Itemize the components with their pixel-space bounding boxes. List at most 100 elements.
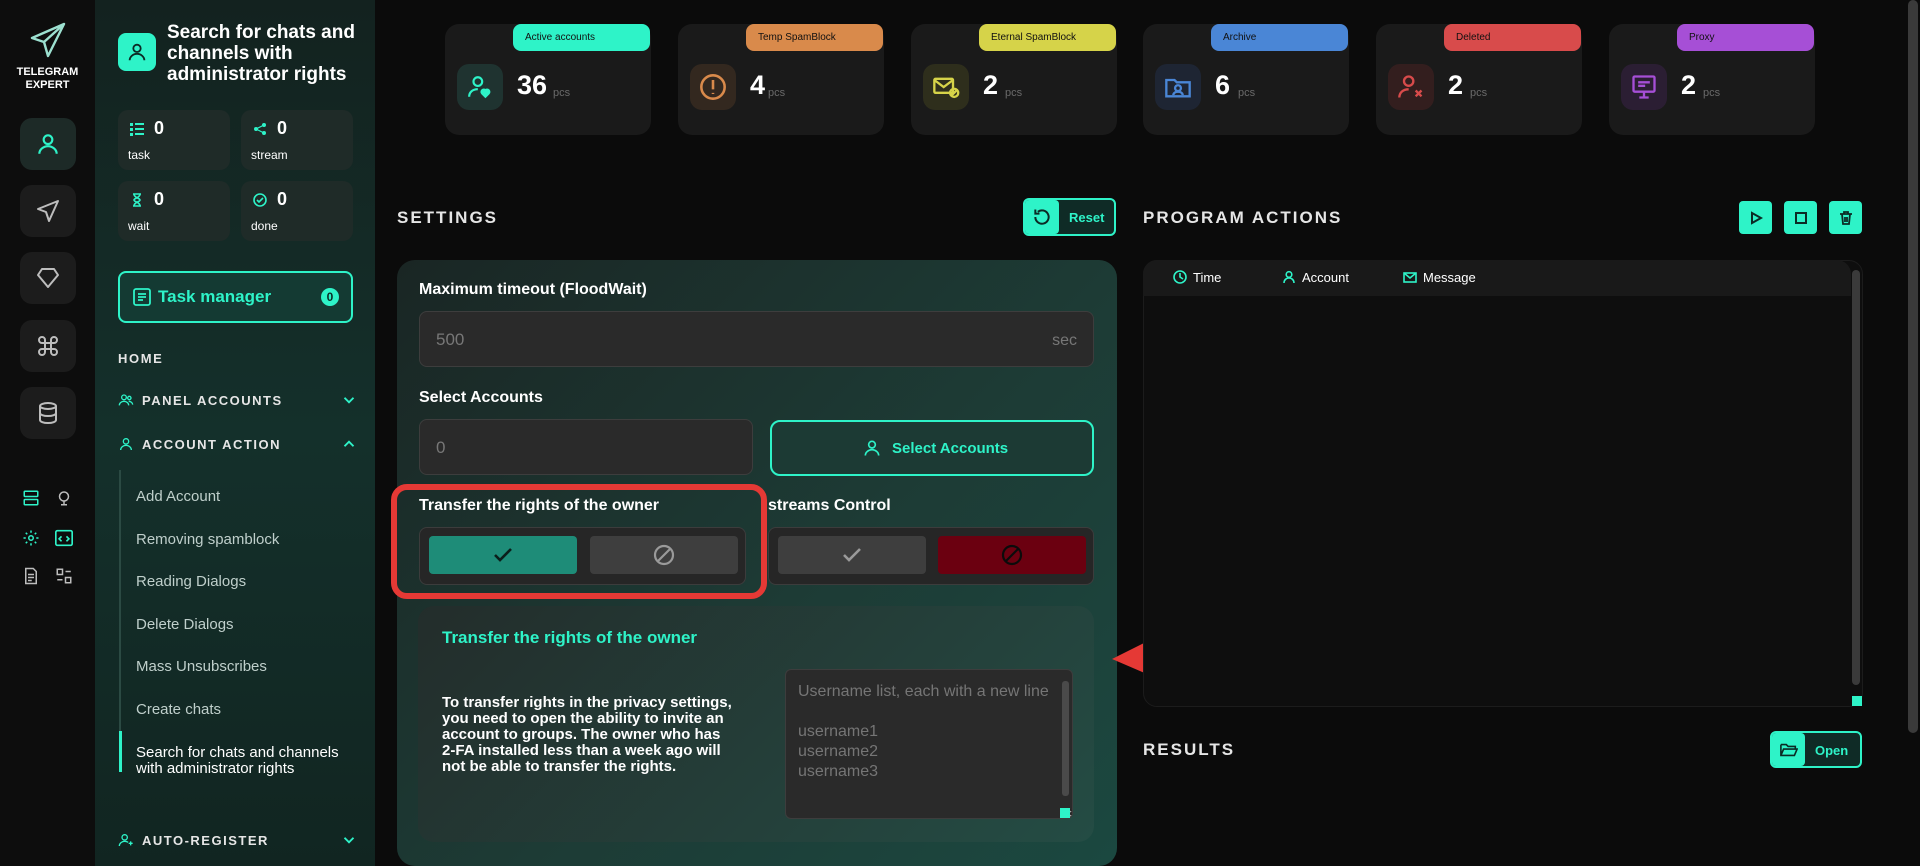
sidebar-title: Search for chats and channels with admin… bbox=[167, 22, 355, 85]
streams-control-on-toggle[interactable] bbox=[778, 536, 926, 574]
panel-accounts-label: PANEL ACCOUNTS bbox=[142, 393, 283, 408]
submenu-line bbox=[119, 470, 121, 772]
log-column-message-label: Message bbox=[1423, 270, 1476, 285]
app-logo-text: TELEGRAM EXPERT bbox=[16, 66, 79, 91]
play-button[interactable] bbox=[1739, 201, 1772, 234]
settings-gear-icon[interactable] bbox=[20, 527, 42, 549]
stat-deleted[interactable]: Deleted 2 pcs bbox=[1376, 24, 1582, 135]
deleted-unit: pcs bbox=[1470, 87, 1488, 99]
panel-accounts-group[interactable]: PANEL ACCOUNTS bbox=[118, 391, 358, 411]
sub-item-add-account[interactable]: Add Account bbox=[136, 489, 356, 505]
folder-user-icon bbox=[1155, 64, 1201, 110]
stat-eternal-spamblock[interactable]: Eternal SpamBlock 2 pcs bbox=[911, 24, 1117, 135]
document-icon[interactable] bbox=[20, 565, 42, 587]
grid-switch-icon[interactable] bbox=[53, 565, 75, 587]
auto-register-label: AUTO-REGISTER bbox=[142, 833, 269, 848]
clock-icon bbox=[1173, 270, 1187, 284]
stat-card-done: 0 done bbox=[241, 181, 353, 241]
stat-active-accounts[interactable]: Active accounts 36 pcs bbox=[445, 24, 651, 135]
eternal-spamblock-badge: Eternal SpamBlock bbox=[979, 24, 1116, 51]
info-text: To transfer rights in the privacy settin… bbox=[442, 694, 732, 775]
telegram-logo-icon bbox=[28, 20, 68, 60]
stop-button[interactable] bbox=[1784, 201, 1817, 234]
task-count: 0 bbox=[154, 118, 165, 138]
icon-rail: TELEGRAM EXPERT bbox=[0, 0, 95, 866]
diamond-nav-button[interactable] bbox=[20, 252, 76, 304]
select-accounts-value: 0 bbox=[436, 438, 446, 457]
log-header bbox=[1143, 260, 1851, 296]
auto-register-group[interactable]: AUTO-REGISTER bbox=[118, 831, 358, 851]
streams-control-label: streams Control bbox=[768, 497, 891, 514]
code-window-icon[interactable] bbox=[53, 527, 75, 549]
sub-item-search-admin-chats[interactable]: Search for chats and channels with admin… bbox=[136, 745, 346, 777]
block-icon bbox=[1001, 544, 1023, 566]
highlight-box bbox=[391, 484, 767, 599]
stat-card-stream: 0 stream bbox=[241, 110, 353, 170]
streams-control-toggle-group bbox=[768, 527, 1094, 585]
info-title: Transfer the rights of the owner bbox=[442, 628, 698, 647]
stream-label: stream bbox=[251, 148, 288, 162]
stat-archive[interactable]: Archive 6 pcs bbox=[1143, 24, 1349, 135]
task-manager-icon bbox=[132, 287, 152, 307]
stat-temp-spamblock[interactable]: Temp SpamBlock 4 pcs bbox=[678, 24, 884, 135]
database-nav-button[interactable] bbox=[20, 387, 76, 439]
page-scrollbar[interactable] bbox=[1908, 0, 1918, 733]
sub-item-removing-spamblock[interactable]: Removing spamblock bbox=[136, 532, 356, 548]
refresh-icon bbox=[1025, 200, 1059, 234]
streams-control-off-toggle[interactable] bbox=[938, 536, 1086, 574]
log-resize-handle[interactable] bbox=[1852, 696, 1862, 706]
delete-button[interactable] bbox=[1829, 201, 1862, 234]
chevron-down-icon bbox=[340, 391, 358, 409]
select-accounts-count-input[interactable]: 0 bbox=[419, 419, 753, 475]
sub-item-mass-unsubscribes[interactable]: Mass Unsubscribes bbox=[136, 659, 356, 675]
task-manager-button[interactable]: Task manager 0 bbox=[118, 271, 353, 323]
archive-unit: pcs bbox=[1238, 87, 1256, 99]
select-accounts-button[interactable]: Select Accounts bbox=[770, 420, 1094, 476]
proxy-value: 2 bbox=[1681, 70, 1697, 100]
timeout-label: Maximum timeout (FloodWait) bbox=[419, 281, 647, 298]
done-count: 0 bbox=[277, 189, 288, 209]
account-action-group[interactable]: ACCOUNT ACTION bbox=[118, 435, 358, 455]
proxy-badge: Proxy bbox=[1677, 24, 1814, 51]
sidebar: Search for chats and channels with admin… bbox=[95, 0, 375, 866]
stop-icon bbox=[1794, 211, 1807, 224]
stat-card-task: 0 task bbox=[118, 110, 230, 170]
sub-item-reading-dialogs[interactable]: Reading Dialogs bbox=[136, 574, 356, 590]
timeout-input[interactable]: 500 sec bbox=[419, 311, 1094, 367]
usernames-textarea[interactable] bbox=[785, 669, 1073, 819]
textarea-resize-handle[interactable] bbox=[1060, 808, 1070, 818]
user-remove-icon bbox=[1388, 64, 1434, 110]
results-title: RESULTS bbox=[1143, 740, 1236, 759]
program-actions-log bbox=[1143, 260, 1863, 707]
timeout-value: 500 bbox=[436, 330, 465, 349]
webcam-icon[interactable] bbox=[53, 487, 75, 509]
server-list-icon[interactable] bbox=[20, 487, 42, 509]
temp-spamblock-value: 4 bbox=[750, 70, 766, 100]
sub-item-create-chats[interactable]: Create chats bbox=[136, 702, 356, 718]
task-list-icon bbox=[130, 122, 144, 136]
stream-count: 0 bbox=[277, 118, 288, 138]
log-scrollbar[interactable] bbox=[1852, 270, 1860, 685]
log-column-time-label: Time bbox=[1193, 270, 1222, 285]
textarea-scrollbar[interactable] bbox=[1062, 681, 1069, 796]
archive-badge: Archive bbox=[1211, 24, 1348, 51]
submenu-active-indicator bbox=[119, 731, 122, 772]
proxy-unit: pcs bbox=[1703, 87, 1721, 99]
chevron-down-icon bbox=[340, 831, 358, 849]
share-nodes-icon bbox=[253, 122, 267, 136]
sub-item-delete-dialogs[interactable]: Delete Dialogs bbox=[136, 617, 356, 633]
home-link[interactable]: HOME bbox=[118, 351, 163, 366]
active-accounts-badge: Active accounts bbox=[513, 24, 650, 51]
command-nav-button[interactable] bbox=[20, 320, 76, 372]
select-accounts-button-label: Select Accounts bbox=[892, 440, 1009, 457]
log-column-account-label: Account bbox=[1302, 270, 1349, 285]
stat-proxy[interactable]: Proxy 2 pcs bbox=[1609, 24, 1815, 135]
accounts-nav-button[interactable] bbox=[20, 118, 76, 170]
task-manager-count-badge: 0 bbox=[321, 288, 339, 306]
mail-block-icon bbox=[923, 64, 969, 110]
open-results-button[interactable]: Open bbox=[1770, 731, 1862, 768]
send-nav-button[interactable] bbox=[20, 185, 76, 237]
temp-spamblock-badge: Temp SpamBlock bbox=[746, 24, 883, 51]
reset-button[interactable]: Reset bbox=[1023, 198, 1116, 236]
checkmark-icon bbox=[843, 548, 861, 562]
